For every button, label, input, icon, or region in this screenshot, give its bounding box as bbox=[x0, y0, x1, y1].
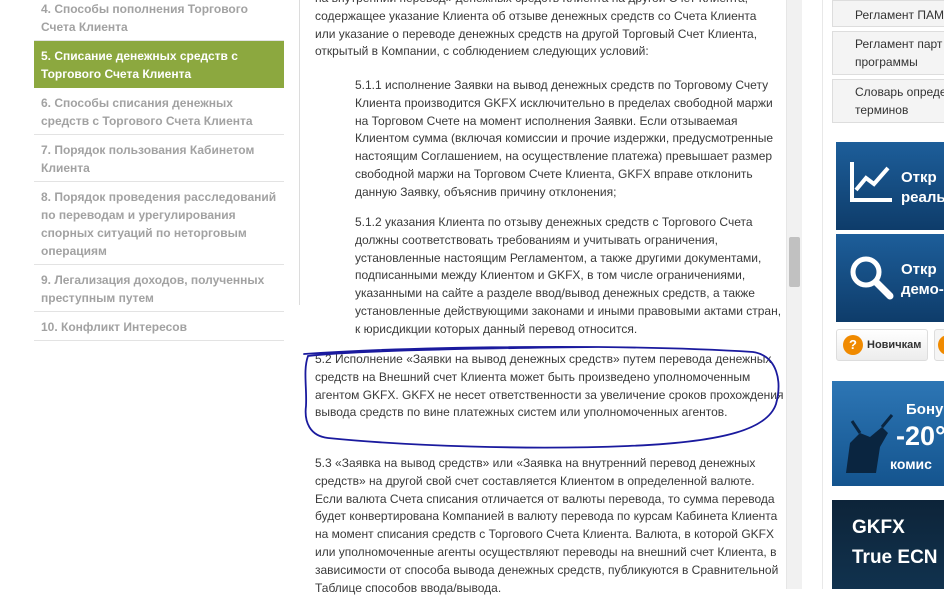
doc-link-label: Регламент ПАМ bbox=[855, 8, 944, 22]
scrollbar-thumb[interactable] bbox=[789, 237, 800, 287]
nav-divider bbox=[299, 0, 300, 305]
orange-circle-icon bbox=[938, 335, 944, 355]
doc-link-label-line1: Словарь опреде bbox=[855, 85, 944, 99]
sidebar-button-partial[interactable] bbox=[934, 329, 944, 361]
doc-link-label-line2: терминов bbox=[855, 103, 909, 117]
article-paragraph-5-1-1: 5.1.1 исполнение Заявки на вывод денежны… bbox=[355, 78, 774, 199]
bonus-line2: -20° bbox=[896, 421, 944, 451]
nav-item-section-5[interactable]: 5. Списание денежных средств с Торгового… bbox=[34, 41, 284, 88]
nav-item-section-7[interactable]: 7. Порядок пользования Кабинетом Клиента bbox=[34, 135, 284, 182]
bull-icon bbox=[846, 414, 894, 473]
vertical-scrollbar[interactable] bbox=[786, 0, 802, 589]
banner-line2: реаль bbox=[901, 189, 944, 206]
banner-line1: Откр bbox=[901, 261, 937, 278]
doc-link-glossary[interactable]: Словарь опреде терминов bbox=[832, 79, 944, 123]
doc-link-label-line1: Регламент парт bbox=[855, 37, 943, 51]
bonus-line3: комис bbox=[890, 456, 932, 472]
nav-item-section-9[interactable]: 9. Легализация доходов, полученных прест… bbox=[34, 265, 284, 312]
banner-line2: демо- bbox=[901, 281, 944, 298]
article-paragraph-5-2: 5.2 Исполнение «Заявки на вывод денежных… bbox=[315, 352, 784, 420]
question-icon: ? bbox=[843, 335, 863, 355]
left-navigation: 4. Способы пополнения Торгового Счета Кл… bbox=[34, 0, 284, 341]
magnifier-icon bbox=[850, 256, 894, 300]
article-paragraph-5-1-2: 5.1.2 указания Клиента по отзыву денежны… bbox=[355, 215, 782, 336]
article-paragraph-5-3: 5.3 «Заявка на вывод средств» или «Заявк… bbox=[315, 456, 779, 595]
bonus-line1: Бону bbox=[906, 401, 944, 418]
sidebar-frame bbox=[822, 0, 823, 589]
nav-item-section-10[interactable]: 10. Конфликт Интересов bbox=[34, 312, 284, 341]
newbie-button[interactable]: ? Новичкам bbox=[836, 329, 928, 361]
open-real-account-banner[interactable]: Откр реаль bbox=[836, 142, 944, 230]
bonus-banner[interactable]: Бону -20° комис bbox=[832, 381, 944, 486]
newbie-buttons: ? Новичкам bbox=[836, 329, 944, 363]
article-content: на внутренний перевод» денежных средств … bbox=[315, 0, 785, 595]
doc-link-partner-program[interactable]: Регламент парт программы bbox=[832, 31, 944, 75]
chart-icon bbox=[850, 162, 892, 202]
ecn-line2: True ECN bbox=[852, 547, 938, 568]
true-ecn-banner[interactable]: GKFX True ECN bbox=[832, 500, 944, 589]
nav-item-section-6[interactable]: 6. Способы списания денежных средств с Т… bbox=[34, 88, 284, 135]
doc-link-label-line2: программы bbox=[855, 55, 918, 69]
newbie-button-label: Новичкам bbox=[867, 339, 922, 351]
article-paragraph-intro: на внутренний перевод» денежных средств … bbox=[315, 0, 758, 59]
doc-link-pamm-rules[interactable]: Регламент ПАМ bbox=[832, 0, 944, 27]
banner-line1: Откр bbox=[901, 169, 937, 186]
nav-item-section-4[interactable]: 4. Способы пополнения Торгового Счета Кл… bbox=[34, 0, 284, 41]
ecn-line1: GKFX bbox=[852, 517, 905, 538]
nav-item-section-8[interactable]: 8. Порядок проведения расследований по п… bbox=[34, 182, 284, 265]
open-demo-account-banner[interactable]: Откр демо- bbox=[836, 234, 944, 322]
